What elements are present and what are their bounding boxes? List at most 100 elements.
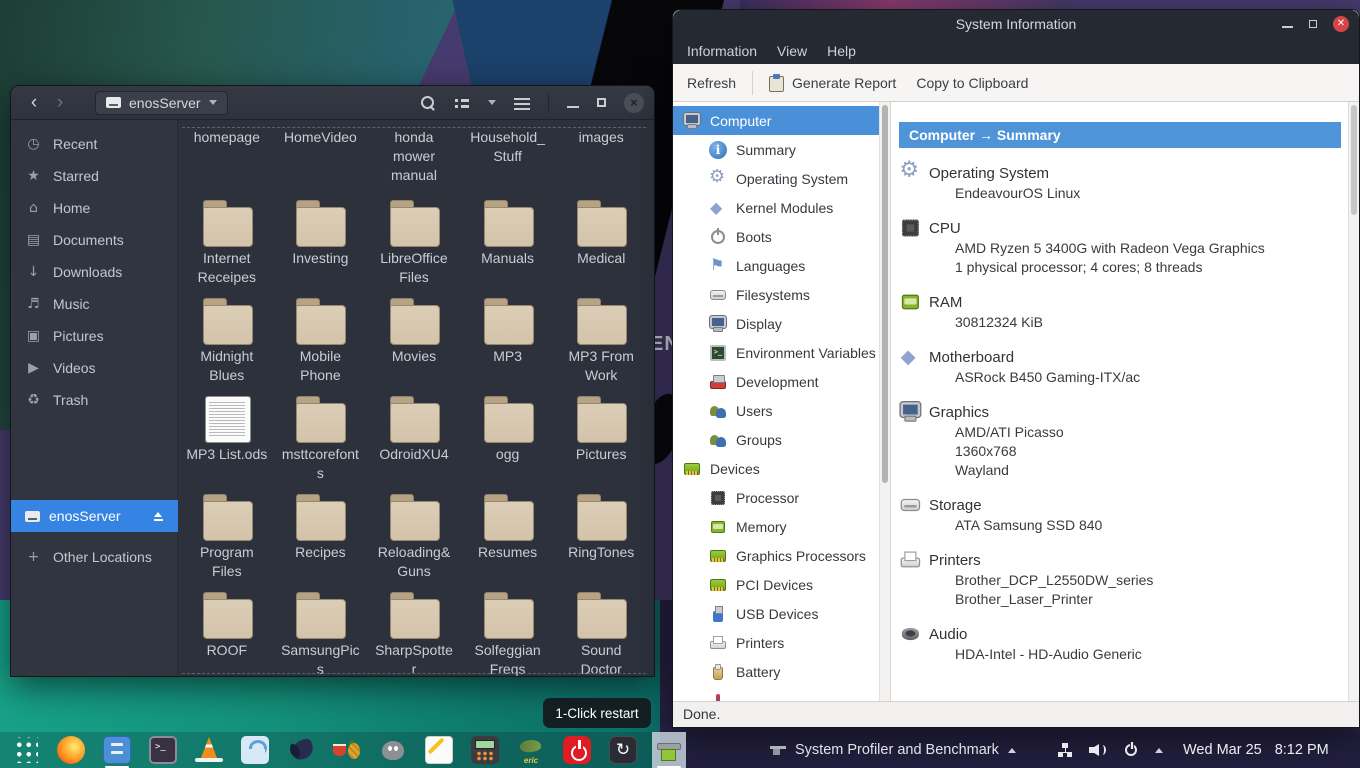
taskbar-item[interactable] (100, 732, 134, 768)
tree-item[interactable]: Printers (673, 628, 879, 657)
file-item[interactable]: SharpSpotter (367, 590, 461, 676)
taskbar-item[interactable] (422, 732, 456, 768)
tree-item[interactable]: Display (673, 309, 879, 338)
tree-item[interactable] (673, 686, 879, 701)
tree-item[interactable]: Computer (673, 106, 879, 135)
file-item[interactable]: Household_Stuff (461, 128, 555, 198)
tree-item[interactable]: Users (673, 396, 879, 425)
file-item[interactable]: MP3 From Work (554, 296, 648, 394)
tree-item[interactable]: Development (673, 367, 879, 396)
tree-item[interactable]: Graphics Processors (673, 541, 879, 570)
sidebar-item[interactable]: ◷ Recent (11, 128, 177, 160)
file-item[interactable]: Medical (554, 198, 648, 296)
hamburger-menu-icon[interactable] (514, 95, 530, 111)
tree-item[interactable]: Operating System (673, 164, 879, 193)
path-button[interactable]: enosServer (95, 90, 228, 115)
tree-item[interactable]: Filesystems (673, 280, 879, 309)
taskbar-item[interactable] (606, 732, 640, 768)
file-item[interactable]: Recipes (274, 492, 368, 590)
refresh-button[interactable]: Refresh (677, 68, 746, 98)
taskbar-item[interactable] (54, 732, 88, 768)
sidebar-item[interactable]: ▣ Pictures (11, 320, 177, 352)
panel-scrollbar[interactable] (1348, 102, 1359, 701)
file-item[interactable]: OdroidXU4 (367, 394, 461, 492)
file-item[interactable]: honda mower manual (367, 128, 461, 198)
chevron-up-icon[interactable] (1155, 747, 1163, 753)
tree-item[interactable]: Summary (673, 135, 879, 164)
tree-item[interactable]: USB Devices (673, 599, 879, 628)
file-item[interactable]: MP3 (461, 296, 555, 394)
file-item[interactable]: Solfeggian Freqs (461, 590, 555, 676)
one-click-restart-button[interactable]: 1-Click restart (543, 698, 651, 728)
file-item[interactable]: ROOF (180, 590, 274, 676)
copy-to-clipboard-button[interactable]: Copy to Clipboard (906, 68, 1038, 98)
tree-item[interactable]: Devices (673, 454, 879, 483)
taskbar-item[interactable] (468, 732, 502, 768)
file-item[interactable]: Midnight Blues (180, 296, 274, 394)
tree-item[interactable]: Environment Variables (673, 338, 879, 367)
tree-item[interactable]: PCI Devices (673, 570, 879, 599)
search-icon[interactable] (420, 95, 436, 111)
clock[interactable]: Wed Mar 25 8:12 PM (1183, 732, 1329, 768)
file-item[interactable]: Resumes (461, 492, 555, 590)
sidebar-item[interactable]: ♬ Music (11, 288, 177, 320)
back-button[interactable]: ‹ (21, 88, 47, 118)
file-item[interactable]: homepage (180, 128, 274, 198)
tree-item[interactable]: Battery (673, 657, 879, 686)
file-item[interactable]: LibreOffice Files (367, 198, 461, 296)
view-options-chevron-icon[interactable] (488, 100, 496, 105)
sidebar-item[interactable]: ▤ Documents (11, 224, 177, 256)
power-icon[interactable] (1123, 742, 1139, 758)
network-icon[interactable] (1057, 742, 1073, 758)
sidebar-item[interactable]: ★ Starred (11, 160, 177, 192)
volume-icon[interactable] (1089, 742, 1107, 758)
taskbar-item[interactable] (8, 732, 42, 768)
sidebar-item-enosserver[interactable]: enosServer (11, 500, 178, 532)
sidebar-scrollbar[interactable] (879, 102, 891, 701)
taskbar-item[interactable] (284, 732, 318, 768)
taskbar-item[interactable] (376, 732, 410, 768)
sidebar-item[interactable]: ♻ Trash (11, 384, 177, 416)
tree-item[interactable]: Groups (673, 425, 879, 454)
taskbar-item[interactable]: eric (514, 732, 548, 768)
generate-report-button[interactable]: Generate Report (759, 68, 906, 98)
file-item[interactable]: Pictures (554, 394, 648, 492)
file-item[interactable]: Manuals (461, 198, 555, 296)
restore-button[interactable] (597, 98, 606, 107)
file-item[interactable]: Internet Receipes (180, 198, 274, 296)
tree-item[interactable]: Processor (673, 483, 879, 512)
eject-icon[interactable] (153, 511, 164, 521)
file-item[interactable]: MP3 List.ods (180, 394, 274, 492)
forward-button[interactable]: › (47, 88, 73, 118)
file-item[interactable]: HomeVideo (274, 128, 368, 198)
tree-item[interactable]: Boots (673, 222, 879, 251)
scrollbar-thumb[interactable] (882, 105, 888, 483)
taskbar-item[interactable] (652, 732, 686, 768)
taskbar-item[interactable] (560, 732, 594, 768)
file-item[interactable]: SamsungPics (274, 590, 368, 676)
taskbar-item[interactable] (192, 732, 226, 768)
file-item[interactable]: Movies (367, 296, 461, 394)
close-button[interactable]: × (624, 92, 644, 113)
file-item[interactable]: ogg (461, 394, 555, 492)
file-item[interactable]: msttcorefonts (274, 394, 368, 492)
file-item[interactable]: Reloading&Guns (367, 492, 461, 590)
taskbar-item[interactable] (330, 732, 364, 768)
taskbar-item[interactable] (146, 732, 180, 768)
sidebar-item-other-locations[interactable]: + Other Locations (11, 541, 178, 573)
tree-item[interactable]: Languages (673, 251, 879, 280)
sidebar-item[interactable]: ↓ Downloads (11, 256, 177, 288)
menu-item[interactable]: Help (817, 38, 866, 64)
tree-item[interactable]: Kernel Modules (673, 193, 879, 222)
close-button[interactable]: ✕ (1333, 16, 1349, 32)
minimize-button[interactable] (1282, 26, 1293, 28)
restore-button[interactable] (1309, 20, 1317, 28)
tree-item[interactable]: Memory (673, 512, 879, 541)
taskbar-item[interactable] (238, 732, 272, 768)
menu-item[interactable]: Information (677, 38, 767, 64)
file-item[interactable]: Investing (274, 198, 368, 296)
list-view-icon[interactable] (454, 95, 470, 111)
file-item[interactable]: Sound Doctor (554, 590, 648, 676)
sidebar-item[interactable]: ▶ Videos (11, 352, 177, 384)
sidebar-item[interactable]: ⌂ Home (11, 192, 177, 224)
